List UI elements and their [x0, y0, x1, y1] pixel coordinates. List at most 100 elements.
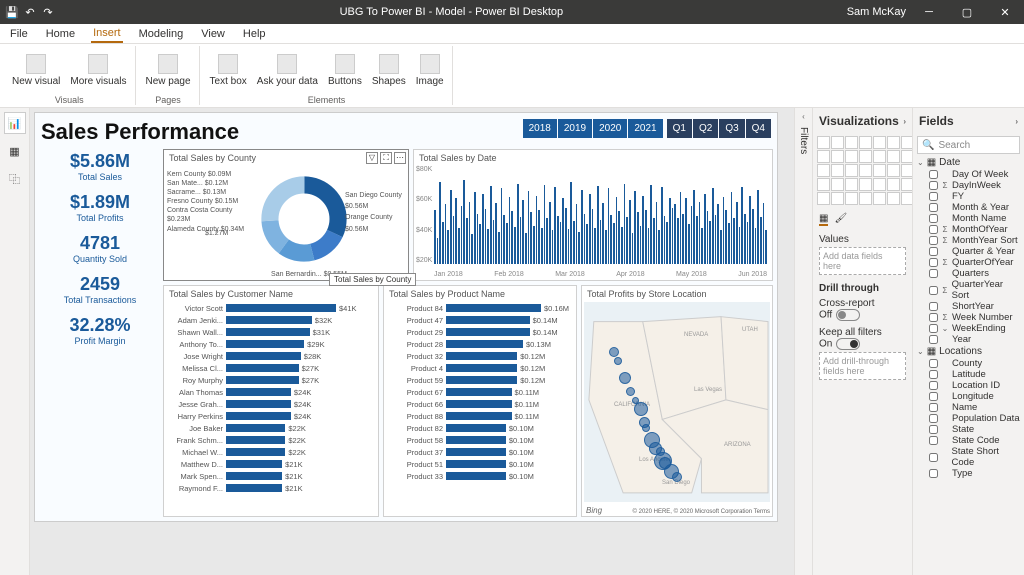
menu-help[interactable]: Help: [241, 26, 268, 42]
bar-row[interactable]: Michael W...$22K: [164, 446, 378, 458]
bar-row[interactable]: Roy Murphy$27K: [164, 374, 378, 386]
menu-modeling[interactable]: Modeling: [137, 26, 186, 42]
viz-type-icon[interactable]: [859, 136, 872, 149]
viz-type-icon[interactable]: [831, 178, 844, 191]
viz-type-icon[interactable]: [831, 150, 844, 163]
viz-type-icon[interactable]: [887, 164, 900, 177]
menu-home[interactable]: Home: [44, 26, 77, 42]
field-item[interactable]: Latitude: [915, 369, 1022, 380]
menu-file[interactable]: File: [8, 26, 30, 42]
bar-row[interactable]: Product 32$0.12M: [384, 350, 576, 362]
viz-type-icon[interactable]: [845, 178, 858, 191]
field-item[interactable]: State Code: [915, 435, 1022, 446]
viz-type-icon[interactable]: [887, 178, 900, 191]
field-item[interactable]: ΣDayInWeek: [915, 180, 1022, 191]
save-icon[interactable]: 💾: [4, 4, 20, 20]
field-item[interactable]: Type: [915, 468, 1022, 479]
viz-type-icon[interactable]: [859, 150, 872, 163]
field-item[interactable]: ⌄WeekEnding: [915, 323, 1022, 334]
text-box-button[interactable]: Text box: [206, 46, 251, 94]
values-well[interactable]: Add data fields here: [819, 247, 906, 275]
buttons-button[interactable]: Buttons: [324, 46, 366, 94]
menu-view[interactable]: View: [199, 26, 227, 42]
focus-icon[interactable]: ⛶: [380, 152, 392, 164]
viz-type-icon[interactable]: [887, 136, 900, 149]
shapes-button[interactable]: Shapes: [368, 46, 410, 94]
viz-type-icon[interactable]: [845, 150, 858, 163]
more-icon[interactable]: ⋯: [394, 152, 406, 164]
viz-type-icon[interactable]: [817, 164, 830, 177]
field-item[interactable]: Month & Year: [915, 202, 1022, 213]
field-item[interactable]: Name: [915, 402, 1022, 413]
bar-row[interactable]: Product 4$0.12M: [384, 362, 576, 374]
viz-type-icon[interactable]: [873, 192, 886, 205]
image-button[interactable]: Image: [412, 46, 448, 94]
quarter-Q3[interactable]: Q3: [719, 119, 744, 138]
quarter-Q2[interactable]: Q2: [693, 119, 718, 138]
ask-data-button[interactable]: Ask your data: [253, 46, 322, 94]
visual-customer[interactable]: Total Sales by Customer Name Victor Scot…: [163, 285, 379, 517]
visual-map[interactable]: Total Profits by Store Location NEVADA U…: [581, 285, 773, 517]
bar-row[interactable]: Melissa Cl...$27K: [164, 362, 378, 374]
maximize-button[interactable]: ▢: [952, 2, 982, 22]
cross-report-toggle[interactable]: [836, 309, 860, 321]
bar-row[interactable]: Harry Perkins$24K: [164, 410, 378, 422]
new-page-button[interactable]: New page: [142, 46, 195, 94]
viz-type-icon[interactable]: [817, 192, 830, 205]
viz-type-icon[interactable]: [887, 192, 900, 205]
menu-insert[interactable]: Insert: [91, 25, 123, 43]
viz-type-icon[interactable]: [873, 136, 886, 149]
new-visual-button[interactable]: New visual: [8, 46, 64, 94]
report-view-icon[interactable]: 📊: [4, 112, 26, 134]
field-item[interactable]: Longitude: [915, 391, 1022, 402]
bar-row[interactable]: Product 84$0.16M: [384, 302, 576, 314]
bar-row[interactable]: Frank Schm...$22K: [164, 434, 378, 446]
viz-type-icon[interactable]: [859, 178, 872, 191]
viz-type-icon[interactable]: [859, 192, 872, 205]
user-name[interactable]: Sam McKay: [847, 6, 906, 18]
year-2021[interactable]: 2021: [628, 119, 662, 138]
year-2020[interactable]: 2020: [593, 119, 627, 138]
viz-type-icon[interactable]: [831, 164, 844, 177]
fields-search[interactable]: 🔍 Search: [917, 136, 1020, 154]
bar-row[interactable]: Product 37$0.10M: [384, 446, 576, 458]
bar-row[interactable]: Adam Jenki...$32K: [164, 314, 378, 326]
field-item[interactable]: ΣMonthYear Sort: [915, 235, 1022, 246]
data-view-icon[interactable]: ▦: [4, 140, 26, 162]
bar-row[interactable]: Product 29$0.14M: [384, 326, 576, 338]
bar-row[interactable]: Product 33$0.10M: [384, 470, 576, 482]
field-item[interactable]: Year: [915, 334, 1022, 345]
report-canvas[interactable]: Sales Performance 2018201920202021 Q1Q2Q…: [34, 112, 778, 522]
bar-row[interactable]: Anthony To...$29K: [164, 338, 378, 350]
viz-type-icon[interactable]: [845, 136, 858, 149]
field-item[interactable]: FY: [915, 191, 1022, 202]
bar-row[interactable]: Product 47$0.14M: [384, 314, 576, 326]
bar-row[interactable]: Product 88$0.11M: [384, 410, 576, 422]
viz-type-icon[interactable]: [873, 150, 886, 163]
bar-row[interactable]: Product 59$0.12M: [384, 374, 576, 386]
field-item[interactable]: County: [915, 358, 1022, 369]
viz-type-icon[interactable]: [845, 192, 858, 205]
table-Date[interactable]: ⌄▦Date: [915, 156, 1022, 169]
bar-row[interactable]: Product 51$0.10M: [384, 458, 576, 470]
bar-row[interactable]: Product 58$0.10M: [384, 434, 576, 446]
year-2018[interactable]: 2018: [523, 119, 557, 138]
viz-type-icon[interactable]: [817, 136, 830, 149]
visual-county[interactable]: Total Sales by County ▽ ⛶ ⋯ $1.27: [163, 149, 409, 281]
field-item[interactable]: Quarter & Year: [915, 246, 1022, 257]
bar-row[interactable]: Joe Baker$22K: [164, 422, 378, 434]
bar-row[interactable]: Jose Wright$28K: [164, 350, 378, 362]
bar-row[interactable]: Alan Thomas$24K: [164, 386, 378, 398]
keep-filters-toggle[interactable]: [836, 338, 860, 350]
viz-type-icon[interactable]: [873, 178, 886, 191]
undo-icon[interactable]: ↶: [22, 4, 38, 20]
bar-row[interactable]: Raymond F...$21K: [164, 482, 378, 494]
field-item[interactable]: ShortYear: [915, 301, 1022, 312]
field-item[interactable]: ΣWeek Number: [915, 312, 1022, 323]
viz-type-icon[interactable]: [887, 150, 900, 163]
viz-type-icon[interactable]: [817, 150, 830, 163]
year-2019[interactable]: 2019: [558, 119, 592, 138]
close-button[interactable]: ✕: [990, 2, 1020, 22]
format-tab-icon[interactable]: 🖌: [834, 213, 847, 226]
quarter-Q1[interactable]: Q1: [667, 119, 692, 138]
